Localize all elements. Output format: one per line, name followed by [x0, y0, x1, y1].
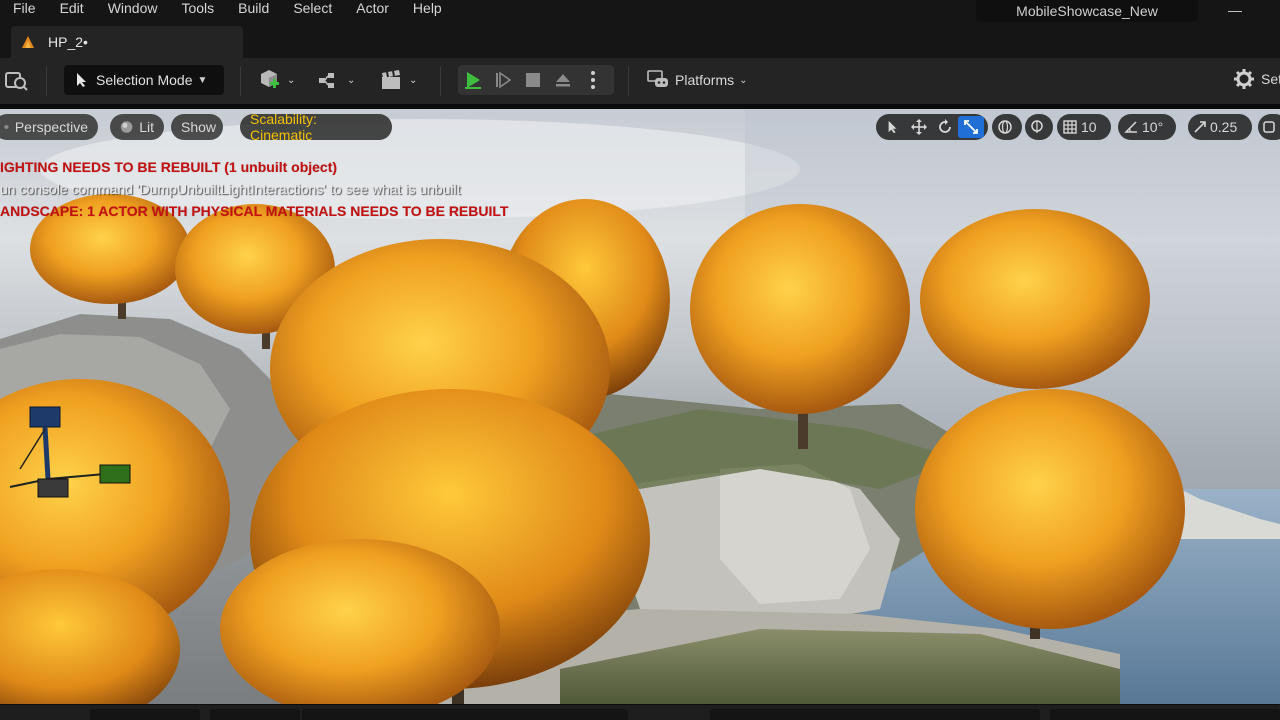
menu-window[interactable]: Window — [96, 0, 170, 16]
sphere-icon — [120, 121, 133, 133]
surface-snap-icon — [1031, 120, 1043, 133]
bottom-panel-tab[interactable] — [210, 709, 300, 720]
play-controls — [458, 65, 614, 95]
scale-snap-control[interactable]: 0.25 — [1188, 114, 1252, 140]
grid-icon — [1063, 120, 1077, 134]
menu-build[interactable]: Build — [226, 0, 281, 16]
chevron-down-icon: ⌄ — [739, 74, 748, 86]
scale-icon — [964, 120, 978, 134]
cursor-icon — [888, 120, 897, 134]
rotate-tool-button[interactable] — [932, 116, 958, 138]
menu-file[interactable]: File — [0, 0, 48, 16]
angle-icon — [1124, 121, 1137, 133]
bottom-panel-tab[interactable] — [90, 709, 200, 720]
cinematics-button[interactable]: ⌄ — [380, 68, 417, 92]
world-local-toggle[interactable] — [992, 114, 1022, 140]
selection-mode-label: Selection Mode — [96, 72, 193, 88]
grid-snap-value: 10 — [1081, 119, 1097, 135]
window-minimize-button[interactable]: — — [1228, 2, 1242, 18]
add-actor-button[interactable]: ⌄ — [258, 68, 295, 92]
bottom-panel-tab[interactable] — [710, 709, 1040, 720]
content-browser-icon — [5, 72, 28, 91]
scalability-label: Scalability: Cinematic — [250, 111, 317, 143]
menu-help[interactable]: Help — [401, 0, 454, 16]
blueprint-icon — [319, 73, 334, 88]
level-viewport[interactable]: Perspective Lit Show Scalability: Cinema… — [0, 109, 1280, 704]
scale-snap-icon — [1194, 121, 1206, 133]
clapperboard-icon — [382, 70, 400, 89]
chevron-down-icon: ⌄ — [347, 74, 356, 86]
project-name: MobileShowcase_New — [976, 0, 1198, 22]
maximize-icon — [1263, 121, 1275, 133]
viewport-show-button[interactable]: Show — [171, 114, 223, 140]
advance-frame-button[interactable] — [488, 65, 518, 95]
blueprints-button[interactable]: ⌄ — [318, 68, 355, 92]
lit-label: Lit — [139, 119, 154, 135]
toolbar-separator — [240, 66, 241, 96]
show-label: Show — [181, 119, 217, 135]
scale-tool-button[interactable] — [958, 116, 984, 138]
toolbar-separator — [628, 66, 629, 96]
menu-select[interactable]: Select — [281, 0, 344, 16]
toolbar-separator — [46, 66, 47, 96]
chevron-down-icon: ⌄ — [287, 74, 296, 86]
settings-button[interactable]: Set — [1233, 68, 1280, 90]
tab-label: HP_2• — [48, 34, 88, 50]
chevron-down-icon: ▼ — [197, 74, 208, 86]
console-command-hint: un console command 'DumpUnbuiltLightInte… — [0, 181, 461, 197]
skip-forward-icon — [496, 71, 512, 89]
scale-snap-value: 0.25 — [1210, 119, 1238, 135]
rotation-snap-value: 10° — [1142, 119, 1164, 135]
landscape-rebuild-warning: ANDSCAPE: 1 ACTOR WITH PHYSICAL MATERIAL… — [0, 203, 509, 219]
platforms-icon — [647, 70, 668, 87]
lighting-rebuild-warning: IGHTING NEEDS TO BE REBUILT (1 unbuilt o… — [0, 159, 338, 175]
stop-button[interactable] — [518, 65, 548, 95]
play-options-button[interactable] — [578, 65, 608, 95]
bottom-panel-strip — [0, 704, 1280, 720]
viewport-perspective-button[interactable]: Perspective — [0, 114, 98, 140]
cursor-icon — [77, 73, 86, 87]
console-input[interactable] — [302, 709, 628, 720]
play-button[interactable] — [458, 65, 488, 95]
add-cube-icon — [261, 70, 279, 88]
rotation-snap-control[interactable]: 10° — [1118, 114, 1176, 140]
move-icon — [911, 119, 927, 135]
translate-tool-button[interactable] — [906, 116, 932, 138]
more-vertical-icon — [591, 71, 595, 89]
stop-icon — [526, 73, 540, 87]
menu-tools[interactable]: Tools — [169, 0, 226, 16]
tab-level-hp2[interactable]: HP_2• — [11, 26, 243, 58]
level-icon — [22, 36, 34, 48]
play-icon — [465, 72, 481, 89]
viewport-lit-button[interactable]: Lit — [110, 114, 164, 140]
main-toolbar: Selection Mode ▼ ⌄ ⌄ ⌄ Platforms ⌄ Set — [0, 58, 1280, 104]
transform-tools — [876, 114, 988, 140]
tab-row: HP_2• — [0, 26, 1280, 58]
gear-icon — [1234, 69, 1254, 89]
settings-label: Set — [1261, 71, 1280, 87]
perspective-label: Perspective — [14, 119, 88, 135]
menu-actor[interactable]: Actor — [344, 0, 401, 16]
menu-edit[interactable]: Edit — [48, 0, 96, 16]
toolbar-separator — [440, 66, 441, 96]
cube-icon — [4, 124, 9, 130]
scene-render — [0, 109, 1280, 704]
chevron-down-icon: ⌄ — [409, 74, 418, 86]
eject-button[interactable] — [548, 65, 578, 95]
grid-snap-control[interactable]: 10 — [1057, 114, 1111, 140]
maximize-viewport-button[interactable] — [1258, 114, 1280, 140]
globe-icon — [998, 120, 1012, 134]
scalability-badge[interactable]: Scalability: Cinematic — [240, 111, 392, 143]
rotate-icon — [939, 119, 951, 133]
select-tool-button[interactable] — [880, 116, 906, 138]
surface-snapping-button[interactable] — [1025, 114, 1053, 140]
bottom-panel-tab[interactable] — [1050, 709, 1280, 720]
platforms-dropdown[interactable]: Platforms ⌄ — [647, 66, 748, 94]
selection-mode-dropdown[interactable]: Selection Mode ▼ — [64, 65, 224, 95]
content-browser-button[interactable] — [4, 68, 30, 92]
eject-icon — [556, 74, 570, 87]
platforms-label: Platforms — [675, 72, 735, 88]
